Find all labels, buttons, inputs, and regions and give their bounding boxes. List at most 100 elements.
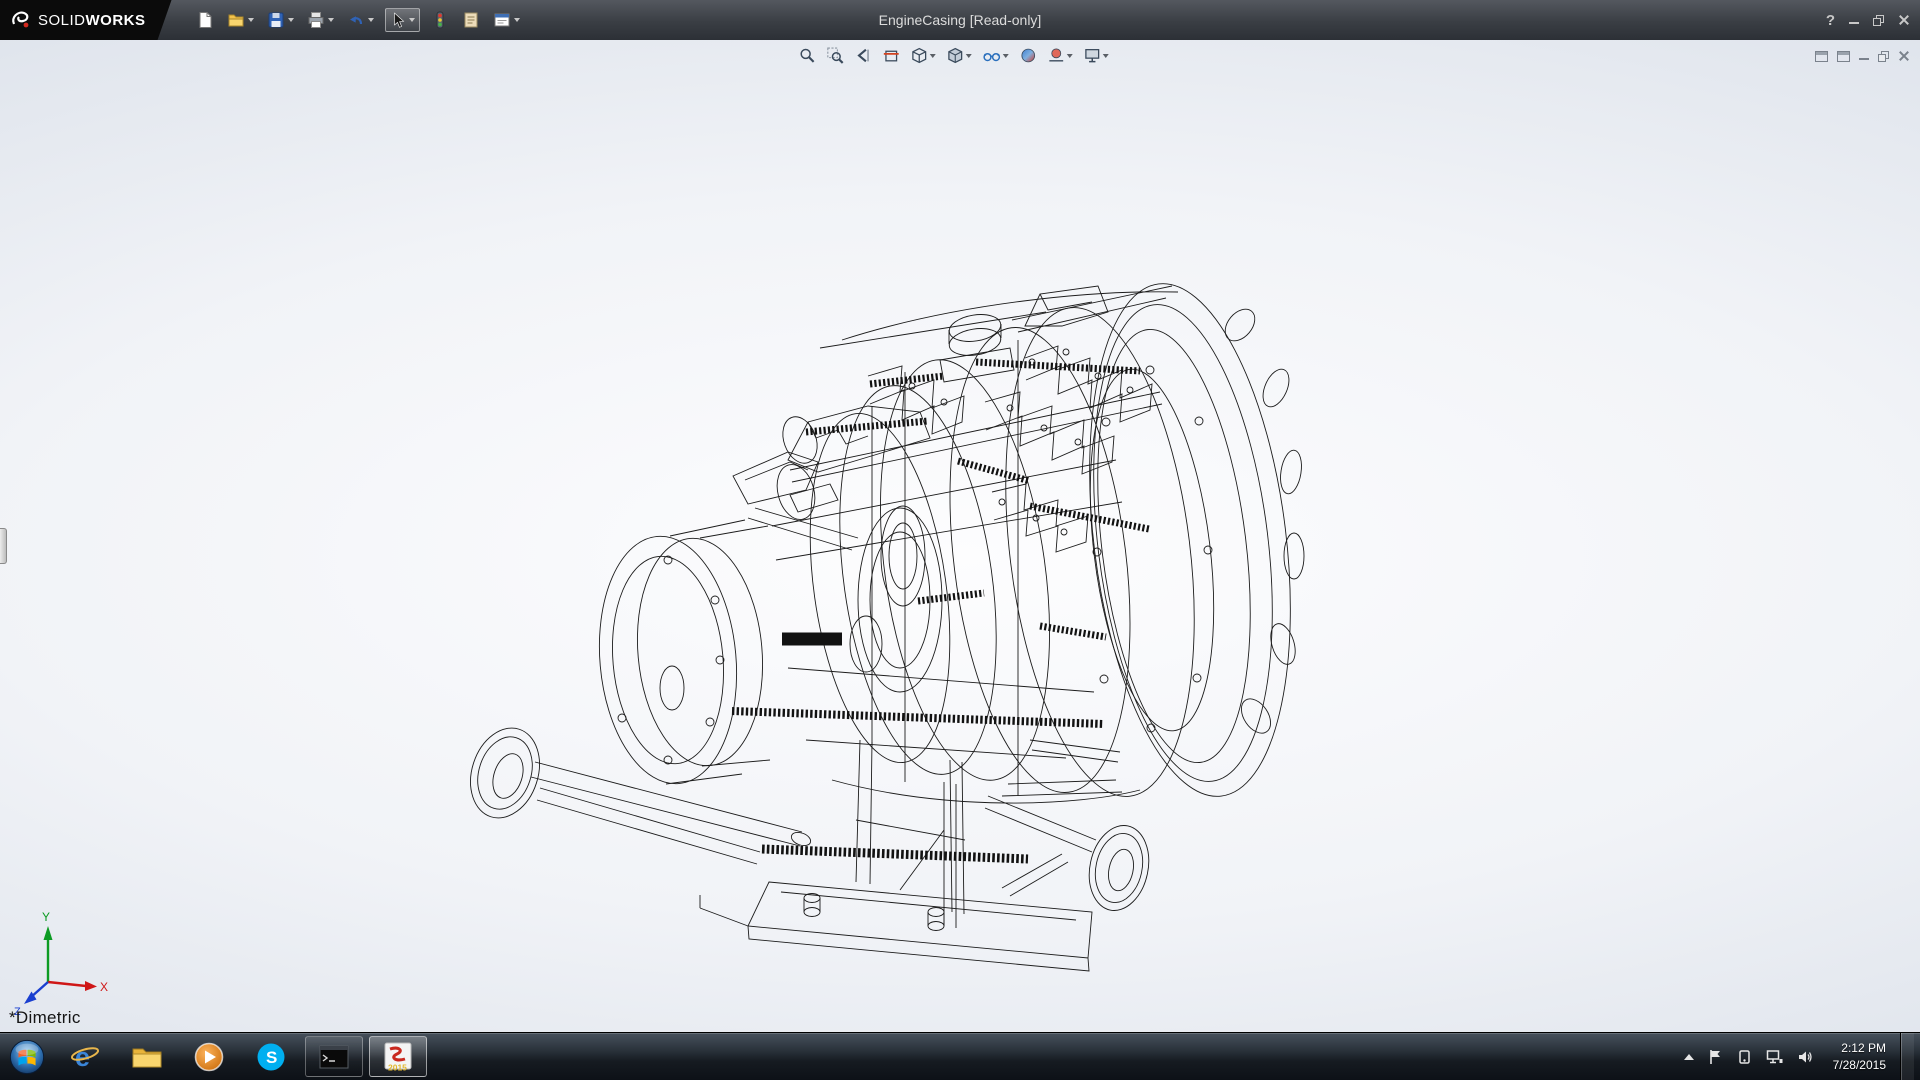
save-icon: [267, 11, 285, 29]
file-properties-button[interactable]: [460, 9, 482, 31]
close-button[interactable]: [1898, 14, 1910, 26]
view-orientation-caret[interactable]: [930, 54, 936, 58]
title-bar: SOLIDWORKS: [0, 0, 1920, 40]
taskbar-windows-explorer[interactable]: [116, 1035, 178, 1079]
restore-button[interactable]: [1873, 15, 1884, 26]
save-dropdown-caret[interactable]: [288, 18, 294, 22]
document-window-controls: [1815, 47, 1910, 65]
folder-icon: [131, 1044, 163, 1070]
view-settings-icon: [1084, 47, 1101, 64]
tray-date: 7/28/2015: [1833, 1057, 1886, 1073]
undo-icon: [347, 11, 365, 29]
graphics-viewport[interactable]: Y X Z *Dimetric: [0, 40, 1920, 1032]
show-desktop-button[interactable]: [1900, 1033, 1914, 1080]
engine-casing-wireframe[interactable]: Y X Z: [0, 40, 1920, 1032]
apply-scene-caret[interactable]: [1067, 54, 1073, 58]
undo-dropdown-caret[interactable]: [368, 18, 374, 22]
help-button[interactable]: ?: [1826, 12, 1835, 29]
document-title: EngineCasing [Read-only]: [879, 12, 1042, 28]
view-settings-button[interactable]: [1083, 46, 1110, 65]
internet-explorer-icon: e: [69, 1041, 101, 1073]
options-dropdown-caret[interactable]: [514, 18, 520, 22]
view-orientation-button[interactable]: [910, 46, 937, 65]
display-style-icon: [947, 47, 964, 64]
windows-orb-icon: [8, 1038, 46, 1076]
hide-show-items-button[interactable]: [982, 46, 1010, 65]
orientation-triad: Y X Z: [14, 910, 108, 1018]
minimize-button[interactable]: [1849, 11, 1859, 29]
windows-taskbar: e S: [0, 1032, 1920, 1080]
display-style-caret[interactable]: [966, 54, 972, 58]
ds-logo-icon: [10, 9, 32, 31]
tray-clock[interactable]: 2:12 PM 7/28/2015: [1833, 1040, 1886, 1072]
apply-scene-button[interactable]: [1047, 46, 1074, 65]
doc-close-button[interactable]: [1898, 50, 1910, 62]
tray-expand-icon[interactable]: [1684, 1054, 1694, 1060]
options-icon: [493, 11, 511, 29]
open-folder-icon: [227, 11, 245, 29]
previous-view-icon: [855, 47, 872, 64]
open-dropdown-caret[interactable]: [248, 18, 254, 22]
zoom-to-area-icon: [827, 47, 844, 64]
taskbar-internet-explorer[interactable]: e: [54, 1035, 116, 1079]
taskbar-solidworks[interactable]: 2015: [369, 1036, 427, 1077]
solidworks-window: SOLIDWORKS: [0, 0, 1920, 1080]
speaker-icon[interactable]: [1797, 1049, 1813, 1065]
doc-minimize-button[interactable]: [1859, 47, 1869, 65]
media-player-icon: [193, 1041, 225, 1073]
start-button[interactable]: [0, 1034, 54, 1080]
open-button[interactable]: [225, 9, 256, 31]
network-icon[interactable]: [1766, 1049, 1783, 1065]
hide-show-items-icon: [983, 47, 1001, 64]
rebuild-icon: [431, 11, 449, 29]
print-dropdown-caret[interactable]: [328, 18, 334, 22]
triad-y-label: Y: [42, 910, 50, 924]
hide-show-caret[interactable]: [1003, 54, 1009, 58]
solidworks-app-icon: 2015: [383, 1042, 413, 1072]
new-button[interactable]: [194, 9, 216, 31]
doc-restore-button[interactable]: [1878, 51, 1889, 62]
view-settings-caret[interactable]: [1103, 54, 1109, 58]
view-orientation-icon: [911, 47, 928, 64]
triad-x-label: X: [100, 980, 108, 994]
section-view-button[interactable]: [882, 46, 901, 65]
options-button[interactable]: [491, 9, 522, 31]
view-orientation-label: *Dimetric: [9, 1008, 81, 1028]
action-center-flag-icon[interactable]: [1708, 1049, 1723, 1065]
save-button[interactable]: [265, 9, 296, 31]
edit-appearance-icon: [1020, 47, 1037, 64]
new-file-icon: [196, 11, 214, 29]
print-button[interactable]: [305, 9, 336, 31]
select-cursor-icon: [390, 12, 406, 28]
select-dropdown-caret[interactable]: [409, 18, 415, 22]
taskbar-media-player[interactable]: [178, 1035, 240, 1079]
select-tool-button[interactable]: [385, 8, 420, 32]
svg-text:2015: 2015: [388, 1062, 407, 1072]
display-style-button[interactable]: [946, 46, 973, 65]
zoom-to-fit-button[interactable]: [798, 46, 817, 65]
taskbar-command-prompt[interactable]: [305, 1036, 363, 1077]
skype-icon: S: [255, 1041, 287, 1073]
previous-view-button[interactable]: [854, 46, 873, 65]
command-prompt-icon: [319, 1045, 349, 1069]
zoom-to-fit-icon: [799, 47, 816, 64]
system-tray: 2:12 PM 7/28/2015: [1684, 1033, 1920, 1080]
solidworks-logo: SOLIDWORKS: [0, 0, 172, 40]
tray-time: 2:12 PM: [1833, 1040, 1886, 1056]
taskbar-skype[interactable]: S: [240, 1035, 302, 1079]
titlebar-controls: ?: [1826, 0, 1910, 40]
pane-layout-icon[interactable]: [1815, 51, 1828, 62]
zoom-to-area-button[interactable]: [826, 46, 845, 65]
rebuild-button[interactable]: [429, 9, 451, 31]
main-toolbar: [194, 8, 522, 32]
device-icon[interactable]: [1737, 1049, 1752, 1065]
print-icon: [307, 11, 325, 29]
edit-appearance-button[interactable]: [1019, 46, 1038, 65]
section-view-icon: [883, 47, 900, 64]
undo-button[interactable]: [345, 9, 376, 31]
svg-text:S: S: [266, 1048, 277, 1067]
pane-split-icon[interactable]: [1837, 51, 1850, 62]
brand-text: SOLIDWORKS: [38, 12, 146, 29]
apply-scene-icon: [1048, 47, 1065, 64]
pane-splitter-handle[interactable]: [0, 528, 7, 564]
